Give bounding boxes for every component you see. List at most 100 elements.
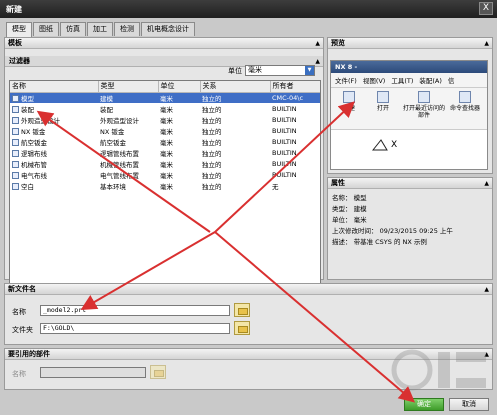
- nx-tool-recent-label: 打开最近访问的部件: [402, 105, 445, 119]
- column-header-relation[interactable]: 关系: [200, 81, 271, 93]
- template-type-cell: 机械管线布置: [100, 160, 139, 169]
- window-title: 新建: [6, 5, 22, 14]
- nx-menu-bar: 文件(F) 视图(V) 工具(T) 装配(A) 信: [331, 73, 487, 88]
- property-unit: 单位： 毫米: [332, 216, 367, 224]
- template-relation-cell: 独立的: [202, 149, 222, 158]
- chevron-down-icon[interactable]: ▼: [305, 66, 314, 75]
- template-name-text: 装配: [21, 105, 34, 114]
- template-relation-cell: 独立的: [202, 116, 222, 125]
- browse-name-folder-icon[interactable]: [234, 303, 250, 317]
- template-name-text: 空白: [21, 182, 34, 191]
- tab-mechatronics[interactable]: 机电概念设计: [141, 22, 195, 36]
- nx-tool-new-label: 新建: [342, 105, 355, 112]
- template-relation-cell: 独立的: [202, 171, 222, 180]
- reference-name-input: [40, 367, 146, 378]
- collapse-chevron-icon: ▲: [484, 40, 489, 47]
- template-name-text: 逻辑布线: [21, 149, 47, 158]
- template-type-cell: NX 钣金: [100, 127, 125, 136]
- template-unit-cell: 毫米: [160, 149, 173, 158]
- properties-panel: 属性 ▲ 名称： 模型 类型： 建模 单位： 毫米 上次修改时间： 09/23/…: [327, 177, 493, 280]
- template-name-cell: 电气布线: [10, 169, 98, 180]
- template-owner-cell: 无: [272, 182, 279, 191]
- nx-menu-view: 视图(V): [362, 77, 386, 85]
- preview-panel-title: 预览: [331, 39, 345, 47]
- tab-drawing[interactable]: 图纸: [33, 22, 59, 36]
- column-header-name[interactable]: 名称: [10, 81, 99, 93]
- template-table: 名称 类型 单位 关系 所有者 模型 建模 毫米 独立的 CMC-04\c 装配 装配 毫米独…: [9, 80, 321, 308]
- template-name-text: 机械布管: [21, 160, 47, 169]
- unit-filter: 单位 毫米 ▼: [228, 65, 315, 76]
- template-type-cell: 基本环境: [100, 182, 126, 191]
- browse-folder-icon[interactable]: [234, 321, 250, 335]
- template-name-text: NX 钣金: [21, 127, 46, 136]
- table-row[interactable]: 逻辑布线 逻辑管线布置 毫米 独立的 BUILTIN: [10, 147, 320, 158]
- sheet-metal-icon: [12, 127, 19, 135]
- template-unit-cell: 毫米: [160, 138, 173, 147]
- unit-select[interactable]: 毫米 ▼: [245, 65, 315, 76]
- template-relation-cell: 独立的: [202, 160, 222, 169]
- template-unit-cell: 毫米: [160, 116, 173, 125]
- property-name: 名称： 模型: [332, 194, 367, 202]
- table-row[interactable]: 航空钣金 航空钣金 毫米 独立的 BUILTIN: [10, 136, 320, 147]
- template-owner-cell: BUILTIN: [272, 104, 297, 113]
- nx-tool-open-label: 打开: [376, 105, 389, 112]
- table-row[interactable]: 外观造型设计 外观造型设计 毫米 独立的 BUILTIN: [10, 114, 320, 125]
- tab-strip: 模型 图纸 仿真 加工 检测 机电概念设计: [6, 22, 196, 37]
- close-button[interactable]: X: [479, 2, 493, 15]
- column-header-unit[interactable]: 单位: [158, 81, 201, 93]
- nx-tool-finder: 命令查找器: [450, 91, 480, 126]
- new-file-panel-title: 新文件名: [8, 285, 36, 293]
- properties-list: 名称： 模型 类型： 建模 单位： 毫米 上次修改时间： 09/23/2015 …: [328, 189, 492, 248]
- folder-input[interactable]: F:\GOLD\: [40, 323, 230, 334]
- nx-toolbar: 新建 打开 打开最近访问的部件 命令查找器: [331, 88, 487, 130]
- template-relation-cell: 独立的: [202, 182, 222, 191]
- template-panel-header[interactable]: 模板 ▲: [5, 38, 323, 49]
- reference-parts-title: 要引用的部件: [8, 350, 50, 358]
- table-row[interactable]: 模型 建模 毫米 独立的 CMC-04\c: [10, 92, 320, 103]
- table-row[interactable]: 空白 基本环境 毫米 独立的 无: [10, 180, 320, 191]
- new-file-panel-header[interactable]: 新文件名 ▲: [5, 284, 492, 295]
- preview-panel-header[interactable]: 预览 ▲: [328, 38, 492, 49]
- properties-panel-header[interactable]: 属性 ▲: [328, 178, 492, 189]
- template-owner-cell: BUILTIN: [272, 159, 297, 168]
- template-name-cell: 机械布管: [10, 158, 98, 169]
- title-bar: 新建 X: [0, 0, 497, 18]
- template-unit-cell: 毫米: [160, 182, 173, 191]
- table-row[interactable]: NX 钣金 NX 钣金 毫米 独立的 BUILTIN: [10, 125, 320, 136]
- table-row[interactable]: 电气布线 电气管线布置 毫米 独立的 BUILTIN: [10, 169, 320, 180]
- template-unit-cell: 毫米: [160, 160, 173, 169]
- folder-label: 文件夹: [12, 326, 33, 334]
- template-type-cell: 逻辑管线布置: [100, 149, 139, 158]
- template-name-cell: 装配: [10, 103, 98, 114]
- file-name-input[interactable]: _model2.prt: [40, 305, 230, 316]
- property-description: 描述： 带基准 CSYS 的 NX 示例: [332, 238, 427, 246]
- watermark-logo-icon: [391, 349, 486, 391]
- nx-title-bar: NX 8 -: [331, 61, 487, 73]
- reference-name-label: 名称: [12, 370, 26, 378]
- table-row[interactable]: 机械布管 机械管线布置 毫米 独立的 BUILTIN: [10, 158, 320, 169]
- column-header-owner[interactable]: 所有者: [270, 81, 320, 93]
- tab-inspection[interactable]: 检测: [114, 22, 140, 36]
- collapse-chevron-icon: ▲: [315, 58, 320, 65]
- template-relation-cell: 独立的: [202, 127, 222, 136]
- column-header-type[interactable]: 类型: [98, 81, 159, 93]
- property-modified: 上次修改时间： 09/23/2015 09:25 上午: [332, 227, 453, 235]
- new-file-icon: [343, 91, 355, 103]
- tab-manufacturing[interactable]: 加工: [87, 22, 113, 36]
- unit-label: 单位: [228, 66, 242, 75]
- nx-menu-assembly: 装配(A): [419, 77, 442, 85]
- unit-select-value: 毫米: [248, 66, 262, 74]
- table-row[interactable]: 装配 装配 毫米 独立的 BUILTIN: [10, 103, 320, 114]
- tab-model[interactable]: 模型: [6, 22, 32, 37]
- template-owner-cell: BUILTIN: [272, 115, 297, 124]
- tab-simulation[interactable]: 仿真: [60, 22, 86, 36]
- template-name-cell: 外观造型设计: [10, 114, 98, 125]
- template-type-cell: 外观造型设计: [100, 116, 139, 125]
- template-unit-cell: 毫米: [160, 105, 173, 114]
- template-relation-cell: 独立的: [202, 138, 222, 147]
- template-relation-cell: 独立的: [202, 105, 222, 114]
- table-header-row: 名称 类型 单位 关系 所有者: [10, 81, 320, 93]
- template-name-text: 航空钣金: [21, 138, 47, 147]
- recent-parts-icon: [418, 91, 430, 103]
- template-owner-cell: BUILTIN: [272, 126, 297, 135]
